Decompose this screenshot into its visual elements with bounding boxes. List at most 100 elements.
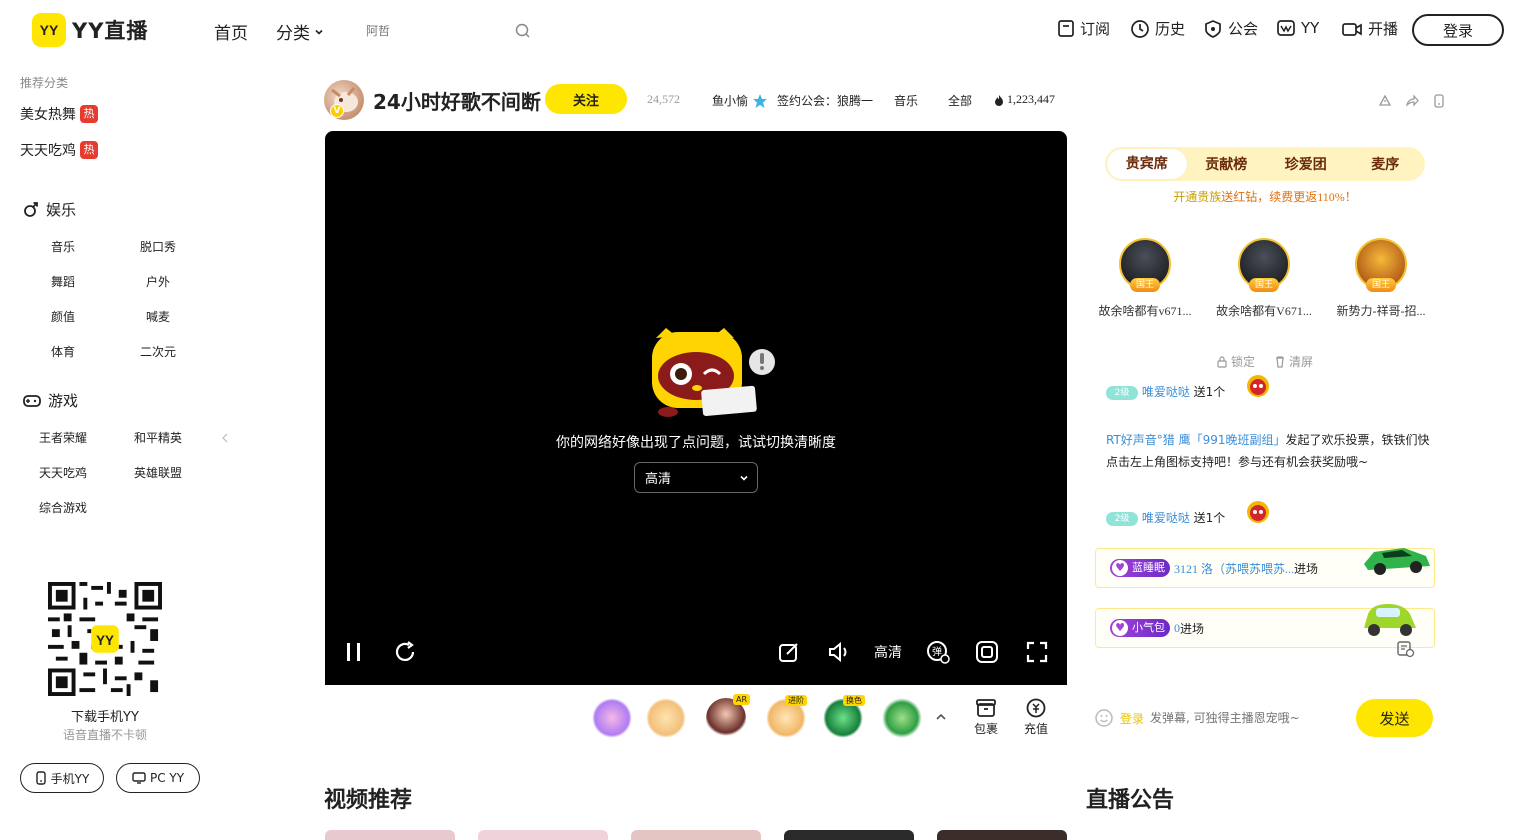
nav-guild[interactable]: 公会: [1203, 18, 1258, 39]
sidebar-item-pubg[interactable]: 天天吃鸡 热: [20, 140, 98, 160]
sub-sports[interactable]: 体育: [51, 343, 75, 360]
quality-toggle[interactable]: 高清: [874, 642, 902, 662]
tab-fan-club[interactable]: 珍爱团: [1266, 154, 1346, 174]
clear-screen-button[interactable]: 清屏: [1274, 353, 1313, 370]
room-title: 24小时好歌不间断: [373, 90, 541, 114]
sub-lol[interactable]: 英雄联盟: [134, 464, 182, 481]
nav-subscribe[interactable]: 订阅: [1057, 18, 1110, 39]
report-icon[interactable]: [1378, 94, 1392, 108]
group-entertainment[interactable]: 娱乐: [22, 199, 76, 220]
settings-chat-icon[interactable]: [1396, 640, 1416, 658]
recharge-button[interactable]: 充值: [1024, 698, 1048, 737]
hot-badge: 热: [80, 105, 98, 123]
lock-button[interactable]: 锁定: [1216, 353, 1255, 370]
mobile-watch-icon[interactable]: [1432, 94, 1446, 108]
sub-misc-games[interactable]: 综合游戏: [39, 499, 87, 516]
sub-outdoor[interactable]: 户外: [146, 273, 170, 290]
video-thumbnail[interactable]: [325, 830, 455, 840]
danmaku-icon[interactable]: 弹: [926, 640, 950, 664]
gift-item[interactable]: [882, 698, 922, 738]
pause-icon[interactable]: [343, 640, 367, 664]
trash-icon: [1276, 356, 1284, 368]
gift-item[interactable]: [646, 698, 686, 738]
camera-icon: [1342, 22, 1362, 36]
follow-button[interactable]: 关注: [545, 84, 627, 114]
video-thumbnail[interactable]: [937, 830, 1067, 840]
volume-icon[interactable]: [827, 640, 853, 664]
search-icon[interactable]: [514, 22, 532, 40]
noble-name: 小气包: [1132, 621, 1165, 634]
level-badge: 2级: [1106, 511, 1138, 526]
vip-seat[interactable]: 国王 故余啥都有v671...: [1085, 238, 1205, 319]
video-thumbnail[interactable]: [631, 830, 761, 840]
sub-shout[interactable]: 喊麦: [146, 308, 170, 325]
chat-input[interactable]: [1150, 711, 1331, 725]
sub-dance[interactable]: 舞蹈: [51, 273, 75, 290]
edit-icon[interactable]: [777, 640, 801, 664]
vip-seat[interactable]: 国王 新势力-祥哥-招...: [1321, 238, 1441, 319]
clear-label: 清屏: [1289, 355, 1314, 369]
nav-category[interactable]: 分类: [276, 19, 324, 44]
error-message: 你的网络好像出现了点问题，试试切换清晰度: [556, 435, 836, 451]
sub-looks[interactable]: 颜值: [51, 308, 75, 325]
star-badge-icon: [753, 93, 768, 108]
tab-vip-seats[interactable]: 贵宾席: [1107, 149, 1187, 179]
nav-broadcast[interactable]: 开播: [1341, 18, 1398, 39]
heat-value: 1,223,447: [1007, 92, 1055, 106]
search-input[interactable]: [360, 24, 500, 38]
room-category[interactable]: 音乐: [894, 92, 918, 109]
vip-seat[interactable]: 国王 故余啥都有V671...: [1204, 238, 1324, 319]
guild-info[interactable]: 签约公会：狼腾一: [777, 92, 873, 109]
sub-anime[interactable]: 二次元: [140, 343, 176, 360]
sub-talkshow[interactable]: 脱口秀: [140, 238, 176, 255]
sub-music[interactable]: 音乐: [51, 238, 75, 255]
noble-name: 蓝睡眠: [1132, 561, 1165, 574]
fullscreen-icon[interactable]: [1025, 640, 1049, 664]
enter-user[interactable]: 3121 洛（苏喂苏喂苏...: [1174, 560, 1294, 577]
search-box[interactable]: [360, 18, 536, 44]
package-button[interactable]: 包裹: [974, 698, 998, 737]
chevron-up-icon[interactable]: [935, 712, 947, 722]
video-thumbnail[interactable]: [784, 830, 914, 840]
yy-logo[interactable]: YY YY直播: [32, 13, 148, 47]
sub-pubg[interactable]: 天天吃鸡: [39, 464, 87, 481]
quality-select[interactable]: 高清: [634, 462, 758, 493]
chat-user[interactable]: 唯爱哒哒: [1142, 511, 1190, 525]
gift-tag: 换色: [843, 695, 865, 706]
refresh-icon[interactable]: [393, 640, 417, 664]
promo-text: 送红钻，续费更返110%！: [1221, 190, 1357, 204]
monitor-icon: [132, 772, 146, 784]
collapse-arrow-icon[interactable]: [221, 433, 229, 443]
sub-peacekeeper[interactable]: 和平精英: [134, 429, 182, 446]
nav-history[interactable]: 历史: [1130, 18, 1185, 39]
sub-honor-of-kings[interactable]: 王者荣耀: [39, 429, 87, 446]
download-mobile-label: 手机YY: [50, 771, 90, 786]
right-tabs: 贵宾席 贡献榜 珍爱团 麦序: [1105, 147, 1425, 181]
group-games[interactable]: 游戏: [22, 390, 78, 411]
phone-icon: [35, 771, 46, 785]
nav-home[interactable]: 首页: [214, 19, 248, 44]
tab-mic-order[interactable]: 麦序: [1346, 154, 1426, 174]
download-mobile-button[interactable]: 手机YY: [20, 763, 104, 793]
sidebar-item-dance[interactable]: 美女热舞 热: [20, 104, 98, 124]
emoji-icon[interactable]: [1094, 708, 1114, 728]
hot-badge: 热: [80, 141, 98, 159]
download-pc-button[interactable]: PC YY: [116, 763, 200, 793]
room-all[interactable]: 全部: [948, 92, 972, 109]
video-thumbnail[interactable]: [478, 830, 608, 840]
package-label: 包裹: [974, 722, 999, 736]
share-icon[interactable]: [1405, 94, 1419, 108]
chat-link[interactable]: RT好声音°猎 鹰「991晚班副组」: [1106, 433, 1286, 447]
pip-icon[interactable]: [975, 640, 999, 664]
gift-item[interactable]: [592, 698, 632, 738]
top-bar: YY YY直播 首页 分类 订阅 历史 公会 YY 开播 登录: [0, 0, 1536, 60]
send-button[interactable]: 发送: [1356, 699, 1433, 737]
anchor-name[interactable]: 鱼小愉: [712, 92, 769, 109]
login-button[interactable]: 登录: [1412, 14, 1504, 46]
announcement-title: 直播公告: [1086, 788, 1175, 813]
chat-user[interactable]: 唯爱哒哒: [1142, 385, 1190, 399]
noble-promo[interactable]: 开通贵族送红钻，续费更返110%！: [1105, 188, 1425, 205]
tab-contribution[interactable]: 贡献榜: [1187, 154, 1267, 174]
input-login-link[interactable]: 登录: [1120, 710, 1144, 727]
nav-yy[interactable]: YY: [1276, 18, 1319, 38]
